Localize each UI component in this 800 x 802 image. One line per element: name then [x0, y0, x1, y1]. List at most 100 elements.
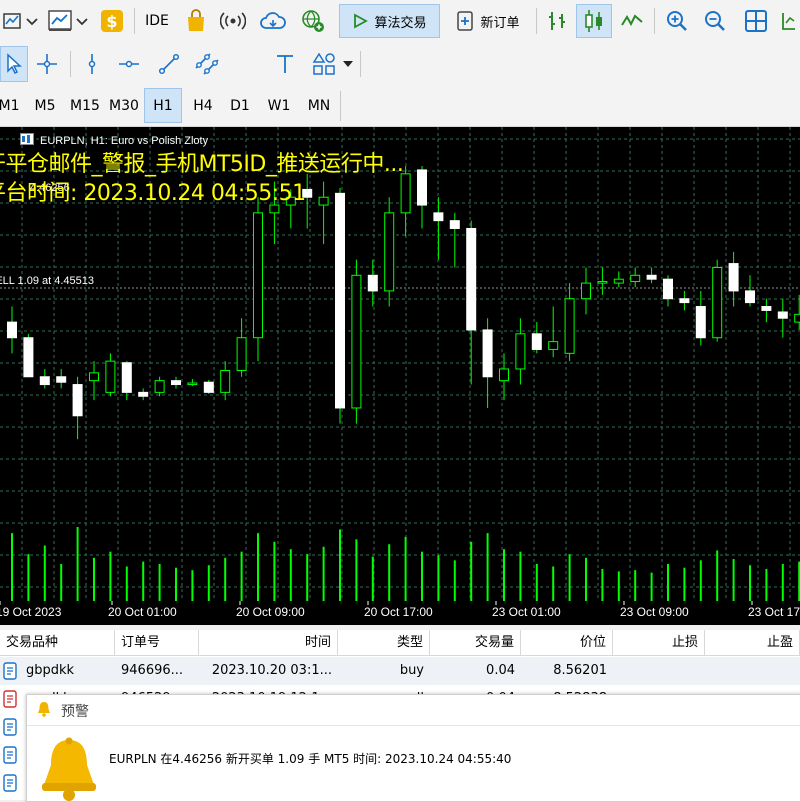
table-header[interactable]: 订单号 [115, 630, 199, 656]
buy-order-icon [3, 662, 17, 680]
candle-body [449, 220, 460, 229]
timeframe-button-d1[interactable]: D1 [221, 88, 259, 123]
time-label: 20 Oct 01:00 [108, 605, 177, 619]
market-button[interactable]: $ [96, 4, 128, 38]
candle-body [646, 274, 657, 280]
more-toolbar-button[interactable] [778, 4, 800, 38]
timeframe-button-m15[interactable]: M15 [66, 88, 104, 123]
shopping-bag-icon [188, 9, 204, 31]
candle-body [712, 266, 723, 339]
candle-body [531, 333, 542, 350]
server-time-text: 平台时间: 2023.10.24 04:55:51 [0, 181, 306, 206]
price-chart[interactable]: 19 Oct 2023 20 Oct 01:00 20 Oct 09:00 20 Oc… [0, 127, 800, 625]
candle-body [187, 382, 198, 386]
cursor-tool-button[interactable] [0, 46, 28, 82]
timeframe-button-w1[interactable]: W1 [260, 88, 298, 123]
bar-chart-button[interactable] [542, 4, 572, 38]
channel-icon [195, 53, 219, 75]
bell-icon [38, 702, 50, 717]
timeframe-button-m1[interactable]: M1 [0, 88, 28, 123]
candle-body [89, 372, 99, 382]
timeframe-button-h4[interactable]: H4 [184, 88, 222, 123]
signals-button[interactable] [216, 4, 250, 38]
new-chart-dropdown-button[interactable] [24, 4, 40, 38]
algo-trading-button[interactable]: 算法交易 [339, 4, 440, 38]
candle-body [745, 290, 755, 304]
new-chart-icon [3, 13, 21, 29]
vps-button[interactable] [256, 4, 290, 38]
alert-title-bar[interactable]: 预警 [27, 695, 800, 726]
table-cell-order: 946696... [121, 663, 184, 678]
time-label: 23 Oct 01:00 [492, 605, 561, 619]
sell-order-icon [3, 690, 17, 708]
shapes-tool-button[interactable] [308, 47, 340, 81]
vertical-line-tool-button[interactable] [76, 47, 108, 81]
trendline-icon [158, 53, 180, 75]
play-icon [354, 13, 369, 29]
trading-hub-button[interactable] [296, 4, 330, 38]
channel-tool-button[interactable] [190, 47, 224, 81]
shapes-dropdown-button[interactable] [340, 47, 356, 81]
zoom-in-icon [667, 11, 687, 31]
svg-text:$: $ [106, 12, 117, 31]
market-shop-button[interactable] [180, 4, 212, 38]
table-header[interactable]: 止损 [613, 630, 705, 656]
alert-dialog[interactable]: 预警 EURPLN 在4.46256 新开买单 1.09 手 MT5 时间: 2… [26, 694, 800, 802]
timeframe-button-m5[interactable]: M5 [26, 88, 64, 123]
line-chart-button[interactable] [616, 4, 648, 38]
table-cell-sl [613, 658, 705, 684]
table-row[interactable]: gbpdkk 946696... 2023.10.20 03:1... buy 0.04… [0, 657, 800, 685]
text-tool-button[interactable] [268, 47, 302, 81]
candle-body [597, 281, 608, 284]
ide-button[interactable]: IDE [140, 4, 174, 38]
table-header[interactable]: 类型 [338, 630, 430, 656]
candle-body [400, 173, 411, 214]
trendline-tool-button[interactable] [152, 47, 186, 81]
time-label: 23 Oct 09:00 [620, 605, 689, 619]
candlestick-chart-button[interactable] [576, 4, 612, 38]
candle-body [630, 274, 641, 283]
chart-templates-button[interactable] [44, 4, 76, 38]
chevron-down-icon [76, 18, 88, 26]
globe-plus-icon [302, 10, 324, 32]
candle-body [7, 321, 17, 339]
candlestick-icon [585, 10, 602, 32]
table-header[interactable]: 价位 [521, 630, 613, 656]
time-label: 20 Oct 09:00 [236, 605, 305, 619]
table-header[interactable]: 交易品种 [0, 630, 115, 656]
zoom-in-button[interactable] [660, 4, 694, 38]
large-bell-icon [42, 737, 96, 801]
table-header[interactable]: 交易量 [430, 630, 521, 656]
toolbar-separator [70, 51, 71, 77]
caret-down-icon [343, 61, 353, 67]
zoom-out-button[interactable] [698, 4, 732, 38]
ea-status-text: 开平仓邮件_警报_手机MT5ID_推送运行中... [0, 152, 404, 177]
chart-templates-dropdown-button[interactable] [74, 4, 90, 38]
timeframe-button-mn[interactable]: MN [300, 88, 338, 123]
new-order-button[interactable]: 新订单 [446, 4, 530, 38]
candle-body [351, 274, 362, 409]
timeframe-button-m30[interactable]: M30 [105, 88, 143, 123]
new-chart-button[interactable] [0, 4, 24, 38]
candle-body [253, 212, 263, 339]
candle-body [794, 313, 800, 323]
horizontal-line-tool-button[interactable] [112, 47, 146, 81]
candle-body [72, 384, 83, 417]
time-label: 20 Oct 17:00 [364, 605, 433, 619]
ide-label: IDE [145, 13, 169, 29]
toolbar-separator [134, 8, 135, 34]
sell-position-label: SELL 1.09 at 4.45513 [0, 275, 95, 287]
candle-body [777, 311, 788, 319]
candle-body [318, 196, 329, 206]
tile-windows-button[interactable] [738, 4, 774, 38]
chart-template-icon [48, 10, 72, 31]
candle-body [23, 337, 34, 378]
candle-body [220, 370, 231, 393]
main-toolbar: $ IDE 算法交易 新订单 [0, 0, 800, 44]
table-header[interactable]: 时间 [199, 630, 338, 656]
crosshair-tool-button[interactable] [30, 47, 64, 81]
table-cell-type: buy [399, 663, 424, 678]
timeframe-button-h1[interactable]: H1 [144, 88, 182, 123]
table-header[interactable]: 止盈 [705, 630, 800, 656]
candle-body [39, 376, 50, 386]
